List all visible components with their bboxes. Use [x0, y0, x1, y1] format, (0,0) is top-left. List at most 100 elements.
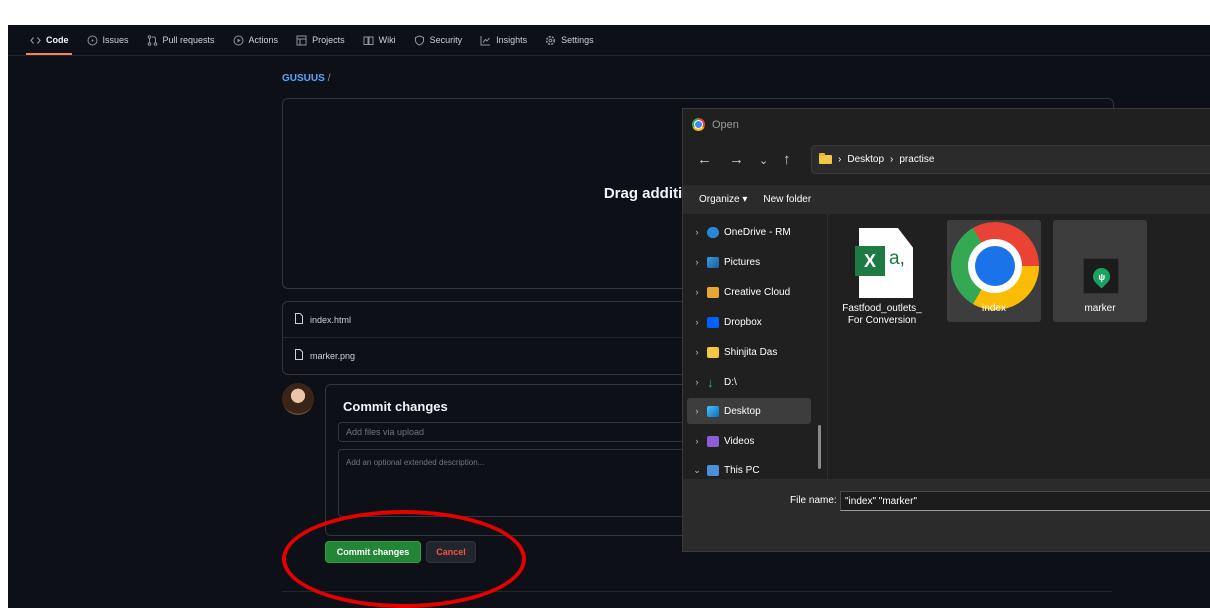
nav-item-dropbox[interactable]: › Dropbox: [687, 309, 811, 335]
repo-nav: Code Issues Pull requests Actions Projec…: [8, 25, 1210, 56]
chevron-right-icon: ›: [695, 406, 699, 416]
tab-label: Code: [46, 35, 69, 45]
play-icon: [233, 35, 244, 46]
file-tile-marker[interactable]: ψ marker: [1053, 220, 1147, 322]
graph-icon: [480, 35, 491, 46]
address-bar[interactable]: › Desktop › practise: [811, 145, 1210, 174]
tab-label: Settings: [561, 35, 594, 45]
code-icon: [30, 35, 41, 46]
tab-label: Actions: [248, 35, 279, 45]
tab-label: Issues: [102, 35, 129, 45]
marker-image-icon: ψ: [1083, 258, 1119, 294]
nav-item-onedrive[interactable]: › OneDrive - RM: [687, 219, 811, 245]
tab-pull-requests[interactable]: Pull requests: [138, 25, 224, 55]
highlight-ellipse: [282, 510, 526, 608]
commit-title: Commit changes: [343, 399, 448, 414]
tab-insights[interactable]: Insights: [471, 25, 536, 55]
nav-item-videos[interactable]: › Videos: [687, 428, 811, 454]
new-folder-button[interactable]: New folder: [747, 194, 811, 205]
breadcrumb: GUSUUS /: [282, 73, 331, 84]
breadcrumb-separator: /: [327, 73, 331, 84]
cloud-icon: [707, 226, 719, 238]
table-icon: [296, 35, 307, 46]
chevron-right-icon: ›: [695, 436, 699, 446]
download-icon: ↓: [707, 374, 714, 390]
chevron-right-icon: ›: [695, 257, 699, 267]
nav-item-label: Creative Cloud: [724, 286, 791, 298]
path-segment[interactable]: practise: [899, 154, 934, 165]
nav-item-label: OneDrive - RM: [724, 226, 791, 238]
nav-item-label: Dropbox: [724, 316, 762, 328]
nav-item-label: Pictures: [724, 256, 761, 268]
map-pin-icon: ψ: [1088, 263, 1114, 289]
organize-menu[interactable]: Organize ▾: [683, 194, 747, 205]
tab-issues[interactable]: Issues: [78, 25, 138, 55]
dialog-title: Open: [712, 118, 739, 131]
tab-wiki[interactable]: Wiki: [354, 25, 405, 55]
file-tile-label: Fastfood_outlets_ For Conversion: [835, 303, 929, 327]
chevron-right-icon: ›: [695, 227, 699, 237]
book-icon: [363, 35, 374, 46]
file-tile-fastfood[interactable]: X a, Fastfood_outlets_ For Conversion: [835, 220, 929, 326]
nav-item-d-drive[interactable]: › ↓ D:\: [687, 369, 811, 395]
tab-code[interactable]: Code: [8, 25, 78, 55]
tab-security[interactable]: Security: [405, 25, 472, 55]
gear-icon: [545, 35, 556, 46]
dialog-nav-row: ← → ⌄ ↑ › Desktop › practise: [683, 141, 1210, 181]
chrome-icon: [951, 222, 1039, 310]
excel-x-icon: X: [855, 246, 885, 276]
file-tile-label-line: Fastfood_outlets_: [842, 303, 922, 314]
tab-projects[interactable]: Projects: [287, 25, 354, 55]
nav-item-label: Desktop: [724, 405, 761, 417]
nav-item-pictures[interactable]: › Pictures: [687, 249, 811, 275]
up-arrow-icon[interactable]: ↑: [783, 151, 791, 168]
tab-settings[interactable]: Settings: [536, 25, 603, 55]
navigation-pane: › OneDrive - RM › Pictures › Creative Cl…: [683, 217, 825, 479]
path-separator-icon: ›: [838, 154, 842, 165]
computer-icon: [707, 464, 719, 476]
tab-label: Wiki: [378, 35, 396, 45]
repo-owner-link[interactable]: GUSUUS: [282, 73, 325, 84]
dialog-toolbar: Organize ▾ New folder: [683, 185, 1210, 214]
excel-a-icon: a,: [889, 248, 905, 269]
pictures-icon: [707, 256, 719, 268]
folder-icon: [819, 153, 832, 164]
chevron-right-icon: ›: [695, 377, 699, 387]
nav-item-user-folder[interactable]: › Shinjita Das: [687, 339, 811, 365]
file-name: index.html: [310, 314, 352, 325]
tab-label: Pull requests: [162, 35, 215, 45]
pane-divider: [827, 214, 828, 479]
chevron-right-icon: ›: [695, 287, 699, 297]
tab-label: Security: [429, 35, 463, 45]
chevron-down-icon[interactable]: ⌄: [759, 154, 768, 167]
file-view: X a, Fastfood_outlets_ For Conversion in…: [829, 217, 1210, 479]
file-tile-index[interactable]: index: [947, 220, 1041, 322]
folder-icon: [707, 346, 719, 358]
file-name: marker.png: [310, 350, 356, 361]
tab-label: Insights: [496, 35, 528, 45]
nav-pane-scrollbar[interactable]: [818, 425, 821, 469]
nav-item-creative-cloud[interactable]: › Creative Cloud: [687, 279, 811, 305]
chevron-right-icon: ›: [695, 317, 699, 327]
file-name-input[interactable]: [840, 491, 1210, 511]
desktop-icon: [707, 405, 719, 417]
nav-item-desktop[interactable]: › Desktop: [687, 398, 811, 424]
chrome-icon: [692, 118, 705, 131]
file-tile-label: marker: [1084, 303, 1116, 314]
forward-arrow-icon[interactable]: →: [729, 151, 744, 168]
chevron-down-icon: ⌄: [693, 464, 701, 475]
path-separator-icon: ›: [890, 154, 894, 165]
dialog-footer: File name:: [683, 479, 1210, 551]
file-icon: [294, 349, 304, 362]
nav-item-label: D:\: [724, 376, 737, 388]
path-segment[interactable]: Desktop: [847, 154, 884, 165]
open-file-dialog: Open ← → ⌄ ↑ › Desktop › practise Organi…: [682, 108, 1210, 552]
tab-actions[interactable]: Actions: [224, 25, 288, 55]
issue-icon: [87, 35, 98, 46]
pull-request-icon: [147, 34, 158, 46]
nav-item-label: This PC: [724, 464, 760, 476]
dropbox-icon: [707, 316, 719, 328]
back-arrow-icon[interactable]: ←: [697, 151, 712, 168]
dialog-title-bar: Open: [692, 118, 739, 131]
tab-label: Projects: [312, 35, 345, 45]
